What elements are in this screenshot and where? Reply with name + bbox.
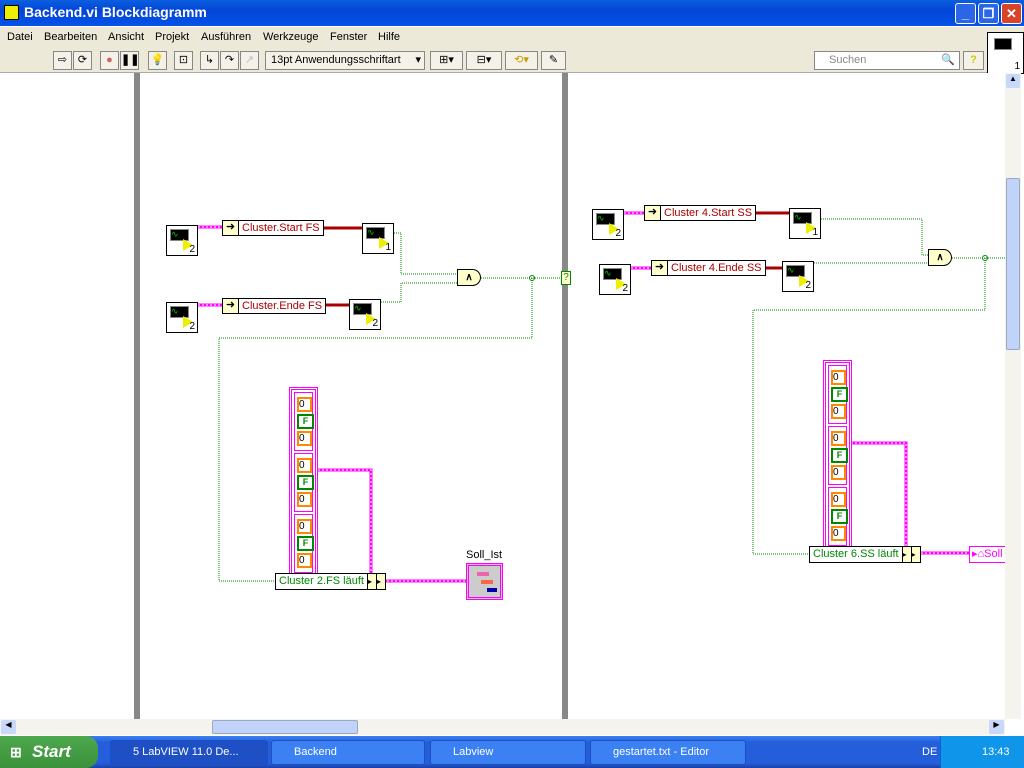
scroll-up-button[interactable]: ▲	[1006, 74, 1020, 88]
menu-werkzeuge[interactable]: Werkzeuge	[263, 31, 318, 43]
block-diagram[interactable]: ? ∿ 2 ➜ Cluster.Start FS ∿ 1 ∿ 2 ➜ Cluster.En…	[0, 73, 1005, 719]
vertical-scroll-thumb[interactable]	[1006, 178, 1020, 350]
menu-ansicht[interactable]: Ansicht	[108, 31, 144, 43]
run-icon[interactable]: ⇨	[53, 51, 72, 70]
font-value: 13pt Anwendungsschriftart	[271, 54, 401, 66]
and-gate[interactable]: ∧	[928, 249, 952, 266]
search-icon: 🔍	[941, 54, 955, 66]
case-selector-terminal[interactable]: ?	[561, 271, 571, 285]
and-gate[interactable]: ∧	[457, 269, 481, 286]
title-bar: Backend.vi Blockdiagramm _ ❐ ✕	[0, 0, 1024, 26]
bundle-by-name-end-ss[interactable]: ➜ Cluster 4.Ende SS	[651, 260, 766, 276]
run-continuously-icon[interactable]: ⟳	[73, 51, 92, 70]
subvi-node[interactable]: ∿ 2	[166, 302, 198, 333]
task-editor[interactable]: gestartet.txt - Editor	[590, 740, 746, 765]
help-button[interactable]: ?	[963, 51, 984, 70]
menu-fenster[interactable]: Fenster	[330, 31, 367, 43]
windows-logo-icon: ⊞	[10, 744, 22, 760]
arrow-right-icon: ➜	[222, 298, 239, 314]
array-constant[interactable]: 0F0 0F0 0F0	[289, 387, 318, 578]
step-over-icon[interactable]: ↷	[220, 51, 239, 70]
close-button[interactable]: ✕	[1001, 3, 1022, 24]
scroll-right-button[interactable]: ▶	[989, 720, 1004, 734]
soll-ist-indicator[interactable]	[466, 563, 503, 600]
menu-projekt[interactable]: Projekt	[155, 31, 189, 43]
retain-wire-values-icon[interactable]: ⊡	[174, 51, 193, 70]
bundle-by-name-start-ss[interactable]: ➜ Cluster 4.Start SS	[644, 205, 757, 221]
step-into-icon[interactable]: ↳	[200, 51, 219, 70]
horizontal-scroll-thumb[interactable]	[212, 720, 358, 734]
subvi-node[interactable]: ∿ 2	[592, 209, 624, 240]
subvi-node[interactable]: ∿ 2	[782, 261, 814, 292]
bundle-by-name-ss-laeuft[interactable]: Cluster 6.SS läuft ▸ ▸	[809, 546, 921, 563]
arrow-right-icon: ➜	[222, 220, 239, 236]
array-constant[interactable]: 0F0 0F0 0F0	[823, 360, 852, 551]
subvi-node[interactable]: ∿ 2	[599, 264, 631, 295]
reorder-icon[interactable]: ⟲▾	[505, 51, 538, 70]
cleanup-diagram-icon[interactable]: ✎	[541, 51, 566, 70]
start-button[interactable]: ⊞ Start	[0, 736, 98, 768]
wires	[134, 73, 1005, 719]
bundle-by-name-laeuft[interactable]: Cluster 2.FS läuft ▸ ▸	[275, 573, 386, 590]
language-indicator[interactable]: DE	[922, 746, 937, 758]
subvi-node[interactable]: ∿ 2	[349, 299, 381, 330]
bundle-by-name-start[interactable]: ➜ Cluster.Start FS	[222, 220, 324, 236]
case-structure-divider	[562, 73, 568, 719]
abort-icon[interactable]: ●	[100, 51, 119, 70]
local-variable-soll[interactable]: ▸⌂Soll	[969, 546, 1005, 563]
task-labview[interactable]: 5 LabVIEW 11.0 De...	[110, 740, 268, 765]
search-input[interactable]: Suchen 🔍	[814, 51, 960, 70]
vi-connector-icon[interactable]: 1	[987, 32, 1024, 74]
distribute-objects-icon[interactable]: ⊟▾	[466, 51, 502, 70]
bundle-by-name-end[interactable]: ➜ Cluster.Ende FS	[222, 298, 327, 314]
highlight-execution-icon[interactable]: 💡	[148, 51, 167, 70]
font-dropdown[interactable]: 13pt Anwendungsschriftart ▾	[265, 51, 425, 70]
clock: 13:43	[982, 746, 1010, 758]
task-backend[interactable]: Backend	[271, 740, 425, 765]
menu-hilfe[interactable]: Hilfe	[378, 31, 400, 43]
menu-bar: Datei Bearbeiten Ansicht Projekt Ausführ…	[0, 26, 1024, 47]
chevron-down-icon: ▾	[415, 54, 421, 66]
step-out-icon[interactable]: ↗	[240, 51, 259, 70]
menu-ausfuehren[interactable]: Ausführen	[201, 31, 251, 43]
system-tray: 13:43	[940, 736, 1024, 768]
labview-icon	[4, 5, 19, 20]
minimize-button[interactable]: _	[955, 3, 976, 24]
subvi-node[interactable]: ∿ 1	[789, 208, 821, 239]
window-title: Backend.vi Blockdiagramm	[24, 4, 207, 20]
subvi-node[interactable]: ∿ 1	[362, 223, 394, 254]
toolbar: ⇨ ⟳ ● ❚❚ 💡 ⊡ ↳ ↷ ↗ 13pt Anwendungsschrif…	[0, 32, 1024, 74]
pause-icon[interactable]: ❚❚	[120, 51, 139, 70]
scroll-left-button[interactable]: ◀	[1, 720, 16, 734]
taskbar: ⊞ Start 5 LabVIEW 11.0 De... Backend Labv…	[0, 736, 1024, 768]
vertical-scrollbar[interactable]: ▲	[1005, 73, 1021, 719]
arrow-right-icon: ➜	[644, 205, 661, 221]
menu-datei[interactable]: Datei	[7, 31, 33, 43]
task-labview-folder[interactable]: Labview	[430, 740, 586, 765]
horizontal-scrollbar[interactable]: ◀ ▶	[0, 719, 1005, 735]
indicator-label: Soll_Ist	[466, 549, 503, 561]
subvi-node[interactable]: ∿ 2	[166, 225, 198, 256]
align-objects-icon[interactable]: ⊞▾	[430, 51, 463, 70]
menu-bearbeiten[interactable]: Bearbeiten	[44, 31, 97, 43]
arrow-right-icon: ➜	[651, 260, 668, 276]
restore-button[interactable]: ❐	[978, 3, 999, 24]
case-structure-left-border	[134, 73, 140, 719]
